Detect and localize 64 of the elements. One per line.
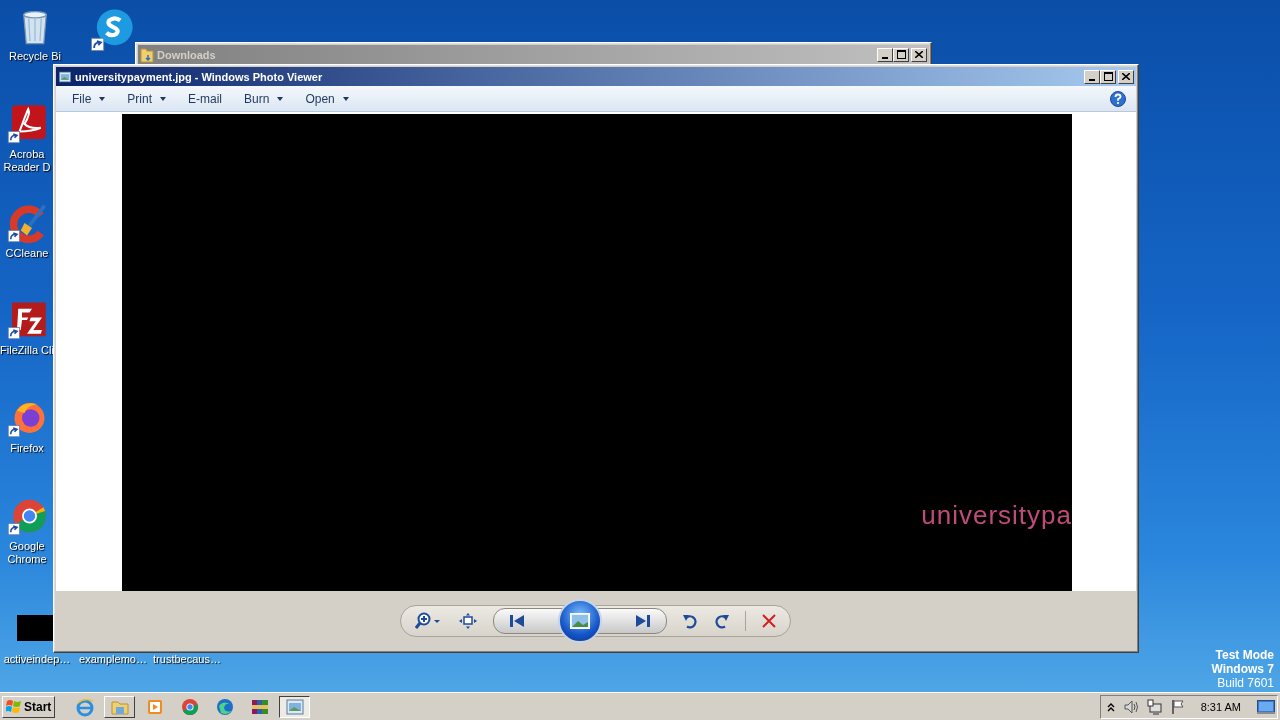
caret-icon bbox=[342, 96, 349, 101]
chat-bubble-icon[interactable] bbox=[90, 8, 134, 52]
delete-button[interactable] bbox=[759, 611, 778, 630]
maximize-icon bbox=[896, 50, 906, 59]
command-menu[interactable]: Print bbox=[121, 89, 173, 108]
help-icon[interactable] bbox=[1110, 90, 1126, 107]
network-icon[interactable] bbox=[1146, 698, 1163, 715]
desktop-icon-label: Acroba Reader D bbox=[2, 148, 52, 174]
slideshow-icon bbox=[569, 612, 590, 629]
desktop-icon-label: activeindep… bbox=[3, 653, 71, 666]
maximize-icon bbox=[1103, 72, 1113, 81]
caret-icon bbox=[160, 96, 167, 101]
close-icon bbox=[915, 51, 923, 58]
folder-icon bbox=[140, 46, 154, 63]
brush-icon[interactable] bbox=[7, 203, 47, 243]
minimize-icon bbox=[1089, 78, 1095, 81]
browser-icon bbox=[74, 696, 95, 717]
os-notice-text: Test Mode bbox=[1215, 648, 1274, 662]
next-button[interactable] bbox=[633, 612, 652, 629]
command-menu[interactable]: Open bbox=[299, 89, 355, 108]
close-button[interactable] bbox=[1118, 69, 1134, 84]
swirl-tile-icon[interactable] bbox=[7, 104, 47, 144]
command-menu[interactable]: File bbox=[66, 89, 112, 108]
desktop-icon-label: examplemo… bbox=[79, 653, 147, 666]
previous-button[interactable] bbox=[507, 612, 526, 629]
minimize-icon bbox=[882, 56, 888, 59]
os-notice-text: Build 7601 bbox=[1217, 676, 1274, 690]
close-icon bbox=[1122, 73, 1130, 80]
start-button[interactable]: Start bbox=[2, 695, 56, 718]
desktop-icon-label: Recycle Bi bbox=[9, 50, 61, 63]
browser-icon bbox=[179, 696, 200, 717]
delete-icon bbox=[761, 613, 776, 628]
desktop-icon-label: Firefox bbox=[10, 442, 44, 455]
window-title: universitypayment.jpg - Windows Photo Viewer bbox=[75, 70, 324, 83]
skip-back-icon bbox=[509, 614, 524, 627]
command-menu[interactable]: Burn bbox=[238, 89, 290, 108]
desktop-icon-label: Google Chrome bbox=[6, 540, 48, 566]
command-menu[interactable]: E-mail bbox=[182, 89, 229, 108]
show-desktop-icon[interactable] bbox=[1257, 698, 1275, 715]
image-text: universitypa bbox=[921, 500, 1072, 531]
maximize-button[interactable] bbox=[1100, 69, 1116, 84]
speaker-icon[interactable] bbox=[1122, 698, 1139, 715]
rotate-cw-icon bbox=[714, 612, 729, 629]
rotate-ccw-icon bbox=[682, 612, 697, 629]
caret-icon bbox=[99, 96, 106, 101]
window-title: Downloads bbox=[157, 48, 217, 61]
app-tile-icon[interactable] bbox=[7, 300, 47, 340]
taskbar-button[interactable] bbox=[279, 695, 311, 718]
skip-forward-icon bbox=[635, 614, 650, 627]
browser-icon bbox=[214, 696, 235, 717]
chevron-up-icon[interactable] bbox=[1106, 701, 1115, 712]
desktop-icon-label: FileZilla Cli bbox=[0, 344, 54, 357]
clock[interactable]: 8:31 AM bbox=[1200, 700, 1241, 713]
zoom-icon bbox=[414, 611, 441, 630]
image-viewer-icon bbox=[284, 696, 305, 717]
caret-icon bbox=[277, 96, 284, 101]
minimize-button[interactable] bbox=[1084, 69, 1100, 84]
desktop-icon-label: trustbecaus… bbox=[153, 653, 221, 666]
windows-flag-icon bbox=[6, 699, 22, 714]
flag-icon[interactable] bbox=[1170, 698, 1185, 715]
desktop-icon-label: CCleane bbox=[5, 247, 49, 260]
fit-icon bbox=[458, 612, 477, 629]
image-viewer-icon bbox=[58, 69, 72, 84]
os-notice-text: Windows 7 bbox=[1211, 662, 1274, 676]
